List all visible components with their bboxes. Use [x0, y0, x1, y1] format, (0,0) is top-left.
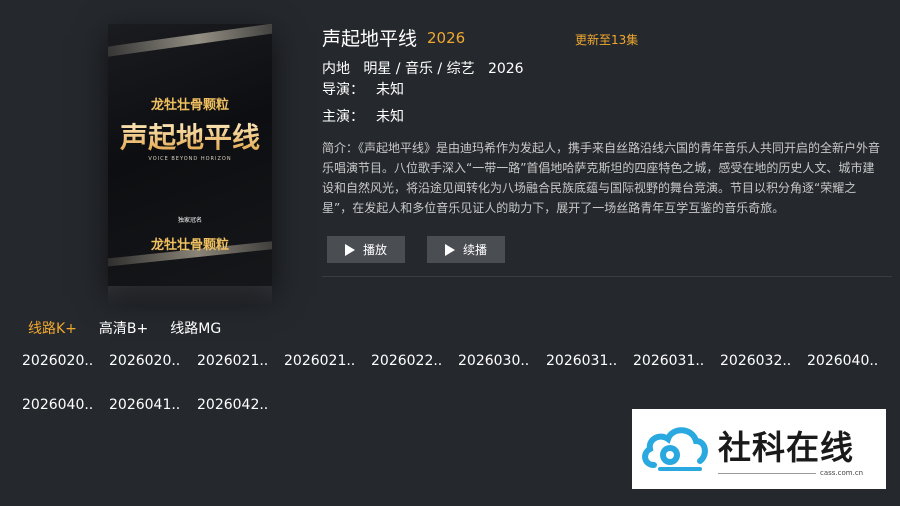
episode-item[interactable]: 2026031..	[546, 353, 617, 369]
poster-subtitle: VOICE BEYOND HORIZON	[148, 156, 232, 162]
description: 简介：《声起地平线》是由迪玛希作为发起人，携手来自丝路沿线六国的青年音乐人共同开…	[322, 141, 881, 215]
poster-title: 声起地平线	[108, 116, 272, 156]
region: 内地	[322, 61, 350, 77]
episode-item[interactable]: 2026020..	[109, 353, 180, 369]
watermark-url: cass.com.cn	[820, 469, 864, 477]
watermark-underline	[718, 473, 816, 474]
episode-item[interactable]: 2026021..	[284, 353, 355, 369]
cast-label: 主演：	[322, 109, 364, 125]
resume-button[interactable]: 续播	[427, 236, 505, 263]
genre: 明星 / 音乐 / 综艺	[363, 61, 475, 77]
cast-value: 未知	[376, 109, 404, 125]
director-label: 导演：	[322, 82, 364, 98]
episode-item[interactable]: 2026042..	[197, 397, 268, 413]
tab-route-mg[interactable]: 线路MG	[170, 318, 221, 338]
tab-route-hd-b[interactable]: 高清B+	[99, 318, 148, 338]
episode-item[interactable]: 2026030..	[458, 353, 529, 369]
route-tabs: 线路K+ 高清B+ 线路MG	[28, 318, 243, 338]
divider	[322, 276, 892, 277]
cloud-logo-icon	[642, 427, 708, 471]
episode-item[interactable]: 2026022..	[371, 353, 442, 369]
episode-item[interactable]: 2026021..	[197, 353, 268, 369]
meta-line: 内地 明星 / 音乐 / 综艺 2026	[322, 58, 524, 78]
cast-row: 主演： 未知	[322, 106, 404, 126]
director-value: 未知	[376, 82, 404, 98]
episode-item[interactable]: 2026032..	[720, 353, 791, 369]
episode-item[interactable]: 2026040..	[22, 397, 93, 413]
resume-label: 续播	[462, 243, 487, 257]
poster-image: 龙牡壮骨颗粒 声起地平线 VOICE BEYOND HORIZON 独家冠名 龙…	[108, 24, 272, 286]
episode-item[interactable]: 2026041..	[109, 397, 180, 413]
watermark: 社科在线 cass.com.cn	[632, 409, 886, 489]
play-icon	[344, 243, 355, 256]
play-icon	[444, 243, 455, 256]
meta-year: 2026	[487, 61, 524, 77]
poster-sponsor-top: 龙牡壮骨颗粒	[150, 98, 229, 113]
update-status: 更新至13集	[575, 33, 639, 47]
watermark-name: 社科在线	[718, 428, 854, 467]
director-row: 导演： 未知	[322, 79, 404, 99]
episode-item[interactable]: 2026031..	[633, 353, 704, 369]
poster-sponsor-bottom: 龙牡壮骨颗粒	[150, 238, 229, 253]
play-button[interactable]: 播放	[327, 236, 405, 263]
poster-small-text: 独家冠名	[177, 217, 202, 224]
show-year: 2026	[427, 29, 466, 47]
episode-item[interactable]: 2026020..	[22, 353, 93, 369]
tab-route-k[interactable]: 线路K+	[28, 318, 77, 338]
show-title: 声起地平线	[322, 28, 418, 50]
episode-item[interactable]: 2026040..	[807, 353, 878, 369]
poster-reflection	[108, 286, 272, 306]
play-label: 播放	[362, 243, 387, 257]
